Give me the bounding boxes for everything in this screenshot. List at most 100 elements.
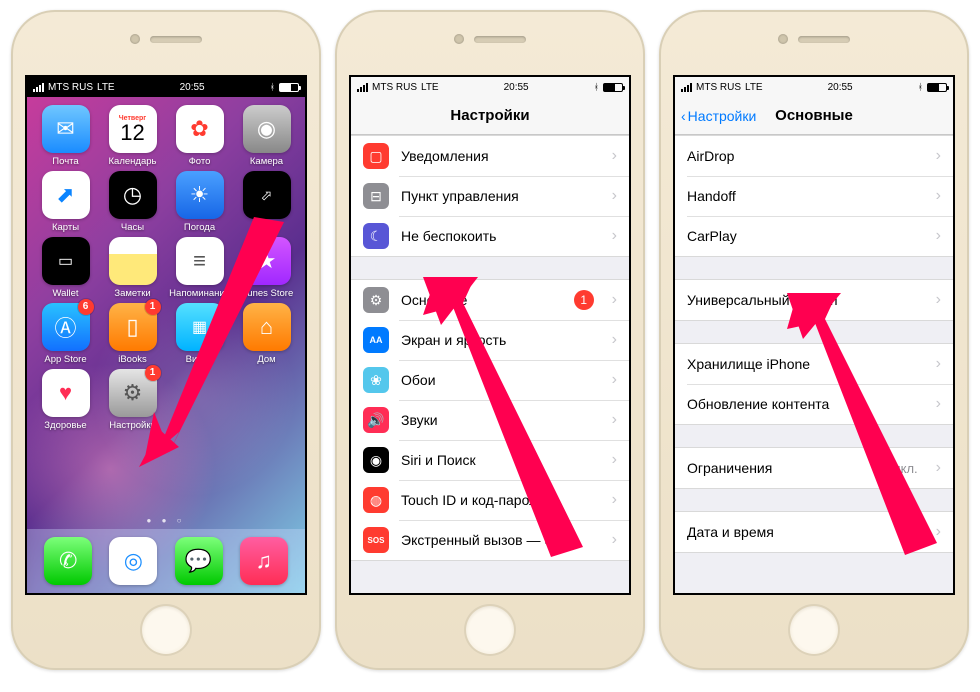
- row-handoff[interactable]: Handoff›: [675, 176, 953, 216]
- row-background-refresh[interactable]: Обновление контента›: [675, 384, 953, 424]
- home-wallpaper: ✉Почта Четверг12Календарь ✿Фото ◉Камера …: [27, 97, 305, 593]
- row-accessibility[interactable]: Универсальный доступ›: [675, 280, 953, 320]
- back-button[interactable]: ‹Настройки: [681, 108, 756, 124]
- chevron-icon: ›: [612, 491, 617, 509]
- app-itunes[interactable]: ★iTunes Store: [234, 237, 299, 299]
- row-carplay[interactable]: CarPlay›: [675, 216, 953, 256]
- chevron-icon: ›: [936, 523, 941, 541]
- phone-home: MTS RUS LTE 20:55 ᚼ ✉Почта Четверг12Кале…: [11, 10, 321, 670]
- carrier-label: MTS RUS: [696, 82, 741, 93]
- app-clock[interactable]: ◷Часы: [100, 171, 165, 233]
- network-label: LTE: [97, 82, 115, 93]
- phone-sensors: [335, 34, 645, 44]
- chevron-icon: ›: [936, 395, 941, 413]
- app-ibooks[interactable]: ▯1iBooks: [100, 303, 165, 365]
- app-reminders[interactable]: ≡Напоминания: [167, 237, 232, 299]
- app-weather[interactable]: ☀Погода: [167, 171, 232, 233]
- status-bar: MTS RUS LTE 20:55 ᚼ: [351, 77, 629, 97]
- row-storage[interactable]: Хранилище iPhone›: [675, 344, 953, 384]
- row-wallpaper[interactable]: ❀Обои›: [351, 360, 629, 400]
- home-button[interactable]: [788, 604, 840, 656]
- row-general[interactable]: ⚙Основные1›: [351, 280, 629, 320]
- battery-icon: [603, 83, 623, 92]
- app-photos[interactable]: ✿Фото: [167, 105, 232, 167]
- app-settings[interactable]: ⚙1Настройки: [100, 369, 165, 431]
- home-screen: MTS RUS LTE 20:55 ᚼ ✉Почта Четверг12Кале…: [25, 75, 307, 595]
- dock: ✆ ◎ 💬 ♫: [27, 529, 305, 593]
- app-wallet[interactable]: ▭Wallet: [33, 237, 98, 299]
- chevron-icon: ›: [612, 187, 617, 205]
- phone-settings: MTS RUS LTE 20:55 ᚼ Настройки ▢Уведомлен…: [335, 10, 645, 670]
- app-maps[interactable]: ⬈Карты: [33, 171, 98, 233]
- row-restrictions[interactable]: ОграниченияВыкл.›: [675, 448, 953, 488]
- row-display[interactable]: AAЭкран и яркость›: [351, 320, 629, 360]
- settings-screen: MTS RUS LTE 20:55 ᚼ Настройки ▢Уведомлен…: [349, 75, 631, 595]
- chevron-icon: ›: [936, 147, 941, 165]
- settings-list[interactable]: ▢Уведомления› ⊟Пункт управления› ☾Не бес…: [351, 135, 629, 593]
- app-stocks[interactable]: ⬀Акции: [234, 171, 299, 233]
- bluetooth-icon: ᚼ: [594, 82, 599, 92]
- bluetooth-icon: ᚼ: [918, 82, 923, 92]
- general-list[interactable]: AirDrop› Handoff› CarPlay› Универсальный…: [675, 135, 953, 593]
- clock-label: 20:55: [180, 82, 205, 93]
- chevron-icon: ›: [936, 227, 941, 245]
- general-screen: MTS RUS LTE 20:55 ᚼ ‹Настройки Основные …: [673, 75, 955, 595]
- row-sounds[interactable]: 🔊Звуки›: [351, 400, 629, 440]
- app-notes[interactable]: Заметки: [100, 237, 165, 299]
- chevron-icon: ›: [612, 331, 617, 349]
- chevron-left-icon: ‹: [681, 108, 686, 124]
- home-button[interactable]: [140, 604, 192, 656]
- status-bar: MTS RUS LTE 20:55 ᚼ: [675, 77, 953, 97]
- chevron-icon: ›: [612, 291, 617, 309]
- clock-label: 20:55: [828, 82, 853, 93]
- app-video[interactable]: ▦Видео: [167, 303, 232, 365]
- chevron-icon: ›: [612, 227, 617, 245]
- dock-messages[interactable]: 💬: [175, 537, 223, 585]
- carrier-label: MTS RUS: [48, 82, 93, 93]
- signal-icon: [357, 83, 368, 92]
- chevron-icon: ›: [936, 187, 941, 205]
- chevron-icon: ›: [612, 451, 617, 469]
- app-health[interactable]: ♥Здоровье: [33, 369, 98, 431]
- signal-icon: [33, 83, 44, 92]
- clock-label: 20:55: [504, 82, 529, 93]
- app-appstore[interactable]: Ⓐ6App Store: [33, 303, 98, 365]
- row-notifications[interactable]: ▢Уведомления›: [351, 136, 629, 176]
- row-datetime[interactable]: Дата и время›: [675, 512, 953, 552]
- app-calendar[interactable]: Четверг12Календарь: [100, 105, 165, 167]
- network-label: LTE: [745, 82, 763, 93]
- app-grid: ✉Почта Четверг12Календарь ✿Фото ◉Камера …: [27, 97, 305, 431]
- page-title: Основные: [775, 107, 853, 124]
- chevron-icon: ›: [612, 411, 617, 429]
- status-bar: MTS RUS LTE 20:55 ᚼ: [27, 77, 305, 97]
- page-title: Настройки: [450, 107, 529, 124]
- battery-icon: [279, 83, 299, 92]
- row-dnd[interactable]: ☾Не беспокоить›: [351, 216, 629, 256]
- bluetooth-icon: ᚼ: [270, 82, 275, 92]
- chevron-icon: ›: [612, 371, 617, 389]
- nav-bar: ‹Настройки Основные: [675, 97, 953, 135]
- row-airdrop[interactable]: AirDrop›: [675, 136, 953, 176]
- chevron-icon: ›: [612, 147, 617, 165]
- phone-general: MTS RUS LTE 20:55 ᚼ ‹Настройки Основные …: [659, 10, 969, 670]
- chevron-icon: ›: [936, 355, 941, 373]
- chevron-icon: ›: [936, 291, 941, 309]
- dock-safari[interactable]: ◎: [109, 537, 157, 585]
- row-sos[interactable]: SOSЭкстренный вызов — SOS›: [351, 520, 629, 560]
- page-dots[interactable]: ● ● ○: [27, 516, 305, 525]
- home-button[interactable]: [464, 604, 516, 656]
- dock-phone[interactable]: ✆: [44, 537, 92, 585]
- nav-bar: Настройки: [351, 97, 629, 135]
- phone-sensors: [659, 34, 969, 44]
- signal-icon: [681, 83, 692, 92]
- battery-icon: [927, 83, 947, 92]
- row-siri[interactable]: ◉Siri и Поиск›: [351, 440, 629, 480]
- phone-sensors: [11, 34, 321, 44]
- dock-music[interactable]: ♫: [240, 537, 288, 585]
- network-label: LTE: [421, 82, 439, 93]
- row-control-center[interactable]: ⊟Пункт управления›: [351, 176, 629, 216]
- app-camera[interactable]: ◉Камера: [234, 105, 299, 167]
- app-homekit[interactable]: ⌂Дом: [234, 303, 299, 365]
- row-touchid[interactable]: ◍Touch ID и код-пароль›: [351, 480, 629, 520]
- app-mail[interactable]: ✉Почта: [33, 105, 98, 167]
